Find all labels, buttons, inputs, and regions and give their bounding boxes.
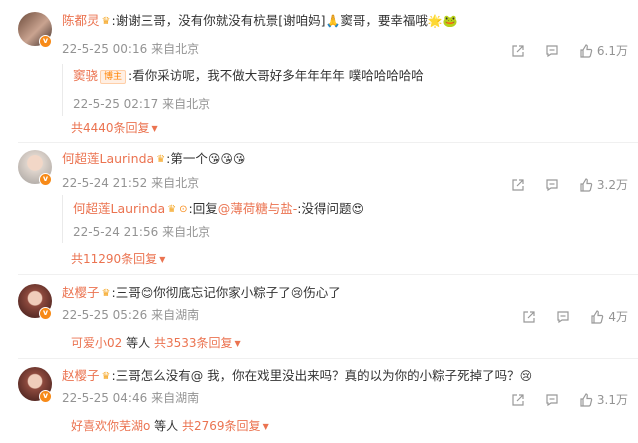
emoji: 🙏 [325, 14, 341, 28]
thumbs-up-icon[interactable] [579, 392, 593, 407]
verified-badge-icon: ⊙ [179, 204, 188, 215]
share-icon[interactable] [511, 44, 525, 58]
reply-text: 窦骁 博主:看你采访呢，我不做大哥好多年年年年 噗哈哈哈哈哈 [73, 68, 424, 84]
emoji: 😊 [140, 286, 154, 300]
reply-user-link[interactable]: 可爱小02 [71, 336, 122, 350]
comment-meta: 22-5-25 00:16 来自北京 [62, 42, 200, 56]
author-badge: 博主 [100, 70, 127, 84]
like-count: 3.2万 [596, 178, 628, 192]
verified-badge-icon: v [39, 390, 52, 403]
more-replies-link[interactable]: 共3533条回复 [154, 336, 233, 350]
emoji: 🌟🐸 [427, 14, 458, 28]
reply-user-name[interactable]: 何超莲Laurinda [73, 201, 165, 216]
comment-actions: 3.1万 [491, 391, 628, 408]
chevron-down-icon: ▼ [234, 339, 241, 348]
crown-icon: ♛ [101, 371, 111, 382]
user-name[interactable]: 何超莲Laurinda [62, 151, 154, 166]
comment-text: 陈都灵 ♛:谢谢三哥，没有你就没有杭景[谢咱妈]🙏窦哥，要幸福哦🌟🐸 [62, 12, 458, 31]
comment-meta: 22-5-25 05:26 来自湖南 [62, 308, 200, 322]
comment-4: v 赵樱子 ♛:三哥怎么没有@ 我，你在戏里没出来吗？真的以为你的小粽子死掉了吗？… [0, 367, 638, 443]
verified-badge-icon: v [39, 173, 52, 186]
emoji: 😢 [519, 369, 533, 383]
divider [18, 274, 638, 275]
reply-meta: 22-5-24 21:56 来自北京 [73, 225, 211, 239]
verified-badge-icon: v [39, 35, 52, 48]
comment-actions: 4万 [502, 308, 628, 325]
user-name[interactable]: 陈都灵 [62, 13, 100, 28]
emoji: 😢 [290, 286, 304, 300]
share-icon[interactable] [511, 393, 525, 407]
more-replies-link[interactable]: 共2769条回复 [182, 419, 261, 433]
comment-3: v 赵樱子 ♛:三哥😊你彻底忘记你家小粽子了😢伤心了 22-5-25 05:26 … [0, 284, 638, 359]
like-count: 4万 [608, 310, 628, 324]
more-replies-link[interactable]: 共4440条回复 ▼ [71, 119, 158, 136]
comment-actions: 6.1万 [491, 42, 628, 59]
crown-icon: ♛ [101, 16, 111, 27]
user-name[interactable]: 赵樱子 [62, 285, 100, 300]
crown-icon: ♛ [167, 204, 177, 215]
reply-user-name[interactable]: 窦骁 [73, 68, 98, 83]
emoji: 😘😘😘 [207, 152, 246, 166]
comment-actions: 3.2万 [491, 176, 628, 193]
user-name[interactable]: 赵樱子 [62, 368, 100, 383]
comment-icon[interactable] [545, 44, 559, 58]
chevron-down-icon: ▼ [151, 124, 158, 133]
thumbs-up-icon[interactable] [579, 43, 593, 58]
mention-link[interactable]: @薄荷糖与盐- [218, 201, 298, 216]
reply-block: 何超莲Laurinda ♛ ⊙:回复@薄荷糖与盐-:没得问题😍 22-5-24 21… [62, 195, 622, 243]
comment-text: 赵樱子 ♛:三哥怎么没有@ 我，你在戏里没出来吗？真的以为你的小粽子死掉了吗？😢 [62, 367, 532, 386]
divider [18, 358, 638, 359]
comment-icon[interactable] [545, 393, 559, 407]
reply-meta: 22-5-25 02:17 来自北京 [73, 97, 211, 111]
more-replies-row: 好喜欢你芜湖o 等人 共2769条回复 ▼ [71, 419, 269, 433]
comment-icon[interactable] [545, 178, 559, 192]
comment-text: 赵樱子 ♛:三哥😊你彻底忘记你家小粽子了😢伤心了 [62, 284, 341, 303]
thumbs-up-icon[interactable] [590, 309, 604, 324]
comment-icon[interactable] [556, 310, 570, 324]
crown-icon: ♛ [156, 154, 166, 165]
share-icon[interactable] [522, 310, 536, 324]
divider [18, 142, 638, 143]
comment-meta: 22-5-24 21:52 来自北京 [62, 176, 200, 190]
crown-icon: ♛ [101, 288, 111, 299]
reply-user-link[interactable]: 好喜欢你芜湖o [71, 419, 150, 433]
comment-text: 何超莲Laurinda ♛:第一个😘😘😘 [62, 150, 245, 169]
reply-block: 窦骁 博主:看你采访呢，我不做大哥好多年年年年 噗哈哈哈哈哈 22-5-25 02… [62, 64, 622, 116]
share-icon[interactable] [511, 178, 525, 192]
like-count: 3.1万 [596, 393, 628, 407]
comment-2: v 何超莲Laurinda ♛:第一个😘😘😘 22-5-24 21:52 来自北京… [0, 150, 638, 275]
chevron-down-icon: ▼ [159, 255, 166, 264]
reply-text: 何超莲Laurinda ♛ ⊙:回复@薄荷糖与盐-:没得问题😍 [73, 200, 364, 219]
more-replies-link[interactable]: 共11290条回复 ▼ [71, 250, 165, 267]
verified-badge-icon: v [39, 307, 52, 320]
like-count: 6.1万 [596, 44, 628, 58]
chevron-down-icon: ▼ [262, 422, 269, 431]
comment-meta: 22-5-25 04:46 来自湖南 [62, 391, 200, 405]
more-replies-row: 可爱小02 等人 共3533条回复 ▼ [71, 336, 241, 350]
comment-1: v 陈都灵 ♛:谢谢三哥，没有你就没有杭景[谢咱妈]🙏窦哥，要幸福哦🌟🐸 22-5… [0, 12, 638, 147]
emoji: 😍 [351, 202, 365, 216]
thumbs-up-icon[interactable] [579, 177, 593, 192]
